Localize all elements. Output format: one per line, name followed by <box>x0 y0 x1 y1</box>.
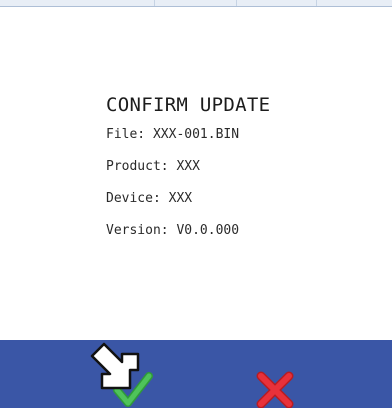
version-line: Version: V0.0.000 <box>106 223 240 238</box>
pointer-arrow-icon <box>90 342 140 390</box>
confirm-update-dialog: CONFIRM UPDATE File: XXX-001.BIN Product… <box>106 92 366 255</box>
product-line: Product: XXX <box>106 159 200 174</box>
action-bar <box>0 340 392 408</box>
top-status-strip <box>0 0 392 7</box>
dialog-title: CONFIRM UPDATE <box>106 94 271 116</box>
device-line: Device: XXX <box>106 191 193 206</box>
close-icon <box>256 371 294 408</box>
cancel-button[interactable] <box>245 362 305 408</box>
update-confirm-screen: CONFIRM UPDATE File: XXX-001.BIN Product… <box>0 0 392 408</box>
file-line: File: XXX-001.BIN <box>106 127 240 142</box>
